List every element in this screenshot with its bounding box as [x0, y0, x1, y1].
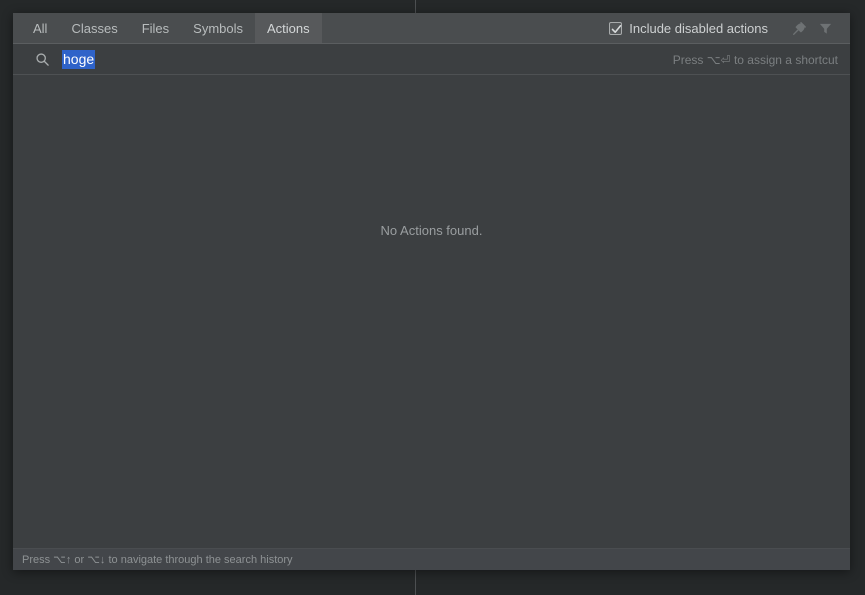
results-list[interactable]: No Actions found. [13, 75, 850, 548]
search-input[interactable]: hoge [62, 50, 659, 69]
search-everywhere-popup: All Classes Files Symbols Actions Includ… [13, 13, 850, 570]
tab-classes[interactable]: Classes [59, 13, 129, 44]
filter-icon[interactable] [812, 17, 838, 41]
search-history-hint: Press ⌥↑ or ⌥↓ to navigate through the s… [22, 554, 293, 566]
tab-list: All Classes Files Symbols Actions [13, 13, 322, 44]
popup-tabbar: All Classes Files Symbols Actions Includ… [13, 13, 850, 44]
tab-symbols[interactable]: Symbols [181, 13, 255, 44]
tab-files[interactable]: Files [130, 13, 181, 44]
pin-icon[interactable] [786, 17, 812, 41]
assign-shortcut-hint: Press ⌥⏎ to assign a shortcut [672, 52, 838, 67]
popup-status-bar: Press ⌥↑ or ⌥↓ to navigate through the s… [13, 548, 850, 570]
empty-results-message: No Actions found. [380, 223, 483, 238]
checkmark-icon [611, 25, 622, 33]
search-icon [35, 52, 50, 67]
magnifier-icon-glyph [36, 53, 49, 66]
tab-actions[interactable]: Actions [255, 13, 322, 44]
filter-icon-glyph [819, 23, 831, 34]
include-disabled-actions-label: Include disabled actions [629, 21, 768, 36]
include-disabled-actions-checkbox[interactable]: Include disabled actions [609, 21, 768, 36]
search-input-value[interactable]: hoge [62, 50, 96, 69]
tabbar-right-controls: Include disabled actions [609, 13, 850, 44]
checkbox-box [609, 22, 623, 35]
tab-all[interactable]: All [21, 13, 59, 44]
search-row[interactable]: hoge Press ⌥⏎ to assign a shortcut [13, 44, 850, 75]
pin-icon-glyph [792, 22, 806, 36]
